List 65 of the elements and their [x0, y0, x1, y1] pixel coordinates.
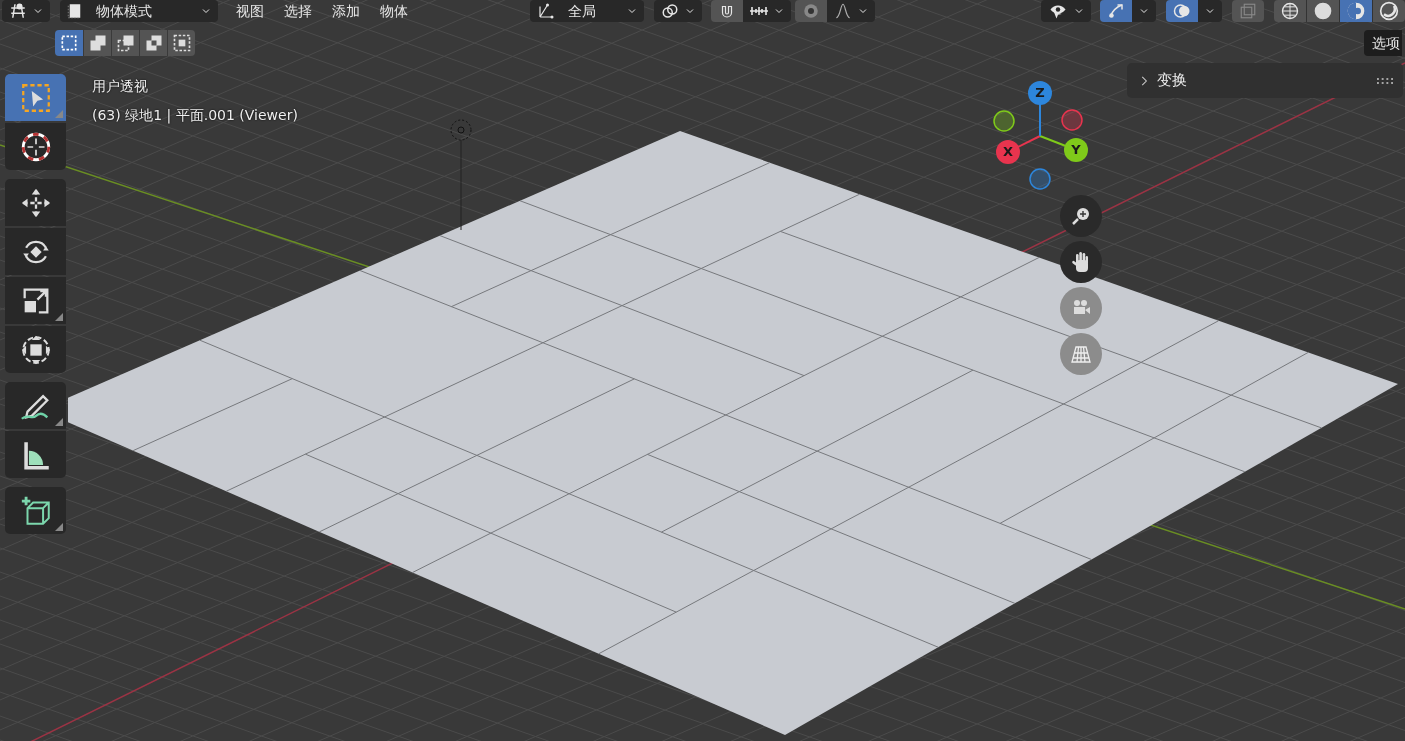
squares-icon	[1238, 2, 1258, 20]
snap-toggle[interactable]	[711, 0, 743, 22]
overlay-toggle[interactable]	[1166, 0, 1198, 22]
axis-handle[interactable]	[1064, 138, 1088, 162]
shading-button[interactable]	[1372, 0, 1405, 22]
select-mode-button[interactable]	[83, 30, 111, 56]
negative-axis-handle[interactable]	[993, 110, 1015, 132]
shading-button[interactable]	[1306, 0, 1339, 22]
tool-button[interactable]	[5, 382, 66, 429]
menu-item[interactable]: 物体	[370, 0, 418, 22]
menu-item[interactable]: 视图	[226, 0, 274, 22]
tool-button[interactable]	[5, 277, 66, 324]
menu-item[interactable]: 添加	[322, 0, 370, 22]
wire-sphere-icon	[1280, 1, 1300, 21]
select-mode-button[interactable]	[111, 30, 139, 56]
object-info-label: (63) 绿地1 | 平面.001 (Viewer)	[92, 106, 298, 126]
grid-icon	[8, 2, 28, 20]
select-mode-button[interactable]	[139, 30, 167, 56]
subtract-squares-icon	[115, 33, 136, 53]
zoom-button[interactable]	[1060, 195, 1102, 237]
negative-axis-handle[interactable]	[1029, 168, 1051, 190]
material-sphere-icon	[1346, 1, 1366, 21]
pivot-icon	[660, 2, 680, 20]
axis-label: X	[1002, 143, 1014, 161]
falloff-dropdown[interactable]	[827, 0, 875, 22]
mode-dropdown[interactable]: 物体模式	[60, 0, 218, 22]
orientation-dropdown[interactable]: 全局	[530, 0, 644, 22]
tool-button[interactable]	[5, 179, 66, 226]
tool-button[interactable]	[5, 228, 66, 275]
intersect-squares-icon	[171, 33, 192, 53]
pivot-dropdown[interactable]	[654, 0, 702, 22]
shading-button[interactable]	[1339, 0, 1372, 22]
gizmo-toggle[interactable]	[1100, 0, 1132, 22]
visibility-dropdown[interactable]	[1041, 0, 1091, 22]
ruler-icon	[749, 6, 769, 16]
negative-axis-handle[interactable]	[1061, 109, 1083, 131]
drag-handle-icon	[1377, 77, 1393, 84]
view-name-label: 用户透视	[92, 77, 149, 96]
tool-button[interactable]	[5, 487, 66, 534]
axis-handle[interactable]	[1028, 81, 1052, 105]
target-icon	[801, 2, 821, 20]
tool-button[interactable]	[5, 431, 66, 478]
select-mode-button[interactable]	[55, 30, 83, 56]
axis-handle[interactable]	[996, 140, 1020, 164]
options-dropdown[interactable]: 选项	[1364, 30, 1402, 56]
xray-toggle[interactable]	[1232, 0, 1264, 22]
select-mode-button[interactable]	[167, 30, 195, 56]
snap-settings-dropdown[interactable]	[743, 0, 791, 22]
falloff-curve-icon	[833, 2, 853, 20]
rendered-sphere-icon	[1379, 1, 1399, 21]
menu-item[interactable]: 选择	[274, 0, 322, 22]
editor-type-dropdown[interactable]	[2, 0, 50, 22]
proportional-edit-toggle[interactable]	[795, 0, 827, 22]
shading-button[interactable]	[1274, 0, 1306, 22]
axis-label: Y	[1070, 141, 1082, 159]
axis-label: Z	[1034, 84, 1046, 102]
dashed-square-icon	[59, 33, 79, 53]
curve-handle-icon	[1106, 2, 1126, 20]
solid-sphere-icon	[1313, 1, 1333, 21]
tool-button[interactable]	[5, 123, 66, 170]
hand-button[interactable]	[1060, 241, 1102, 283]
overlapping-circles-icon	[1172, 2, 1192, 20]
tool-button[interactable]	[5, 326, 66, 373]
panel-title[interactable]: 变换	[1157, 69, 1187, 92]
axes-icon	[536, 2, 556, 20]
